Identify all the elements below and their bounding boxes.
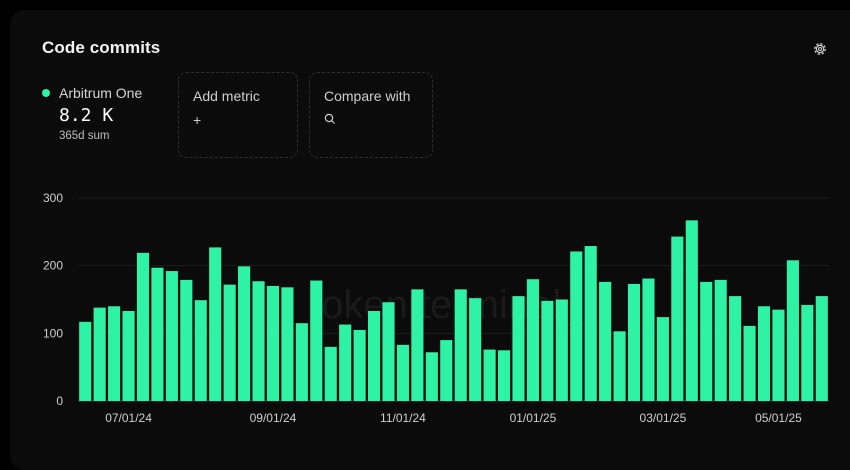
bar[interactable] bbox=[685, 220, 698, 401]
y-tick-label: 300 bbox=[43, 191, 63, 205]
bar[interactable] bbox=[454, 289, 467, 401]
bar[interactable] bbox=[526, 279, 539, 401]
bar[interactable] bbox=[396, 344, 410, 401]
x-tick-label: 01/01/25 bbox=[510, 411, 557, 425]
bar[interactable] bbox=[310, 280, 323, 401]
bar[interactable] bbox=[772, 309, 785, 401]
bar[interactable] bbox=[108, 306, 121, 401]
bar[interactable] bbox=[368, 311, 381, 401]
bar[interactable] bbox=[281, 287, 294, 401]
x-tick-label: 11/01/24 bbox=[380, 411, 426, 425]
bar[interactable] bbox=[93, 307, 106, 401]
bar[interactable] bbox=[79, 321, 92, 401]
bar[interactable] bbox=[266, 285, 280, 401]
bar[interactable] bbox=[656, 317, 669, 401]
bar[interactable] bbox=[382, 302, 395, 401]
bar[interactable] bbox=[411, 289, 424, 401]
bar[interactable] bbox=[714, 279, 727, 401]
bar[interactable] bbox=[151, 267, 164, 401]
bar[interactable] bbox=[584, 246, 597, 401]
bar[interactable] bbox=[194, 300, 207, 401]
bar[interactable] bbox=[512, 296, 525, 401]
bar[interactable] bbox=[613, 331, 626, 401]
bar[interactable] bbox=[469, 298, 482, 401]
bar[interactable] bbox=[238, 266, 251, 401]
bar[interactable] bbox=[757, 306, 771, 401]
x-tick-label: 05/01/25 bbox=[755, 411, 802, 425]
y-tick-label: 200 bbox=[43, 259, 63, 273]
bar[interactable] bbox=[743, 325, 756, 401]
bar[interactable] bbox=[786, 260, 799, 401]
y-tick-label: 0 bbox=[56, 394, 63, 408]
bar[interactable] bbox=[353, 329, 366, 401]
bar[interactable] bbox=[440, 340, 453, 401]
x-tick-label: 09/01/24 bbox=[250, 411, 297, 425]
bar[interactable] bbox=[570, 251, 583, 401]
bar[interactable] bbox=[801, 304, 814, 401]
bar[interactable] bbox=[815, 296, 828, 401]
bar[interactable] bbox=[729, 296, 742, 401]
bar[interactable] bbox=[136, 252, 150, 401]
bar[interactable] bbox=[425, 352, 438, 401]
bar[interactable] bbox=[627, 283, 641, 401]
x-tick-label: 03/01/25 bbox=[640, 411, 687, 425]
bar[interactable] bbox=[324, 346, 337, 401]
bar[interactable] bbox=[671, 236, 684, 401]
bar[interactable] bbox=[209, 247, 222, 401]
x-tick-label: 07/01/24 bbox=[105, 411, 152, 425]
bar[interactable] bbox=[122, 311, 135, 401]
bar[interactable] bbox=[180, 279, 193, 401]
bar[interactable] bbox=[497, 350, 511, 401]
bar[interactable] bbox=[295, 323, 308, 401]
bar[interactable] bbox=[339, 324, 352, 401]
bar[interactable] bbox=[599, 281, 612, 401]
bar[interactable] bbox=[223, 284, 236, 401]
y-tick-label: 100 bbox=[43, 326, 63, 340]
bar-chart: token terminal_ 0100200300 07/01/24 09/01… bbox=[43, 191, 829, 425]
bar[interactable] bbox=[483, 349, 496, 401]
bar[interactable] bbox=[541, 300, 554, 401]
bar[interactable] bbox=[642, 278, 655, 401]
bar[interactable] bbox=[252, 281, 265, 401]
bar[interactable] bbox=[700, 281, 713, 401]
bar[interactable] bbox=[165, 271, 178, 401]
bar[interactable] bbox=[555, 299, 568, 402]
